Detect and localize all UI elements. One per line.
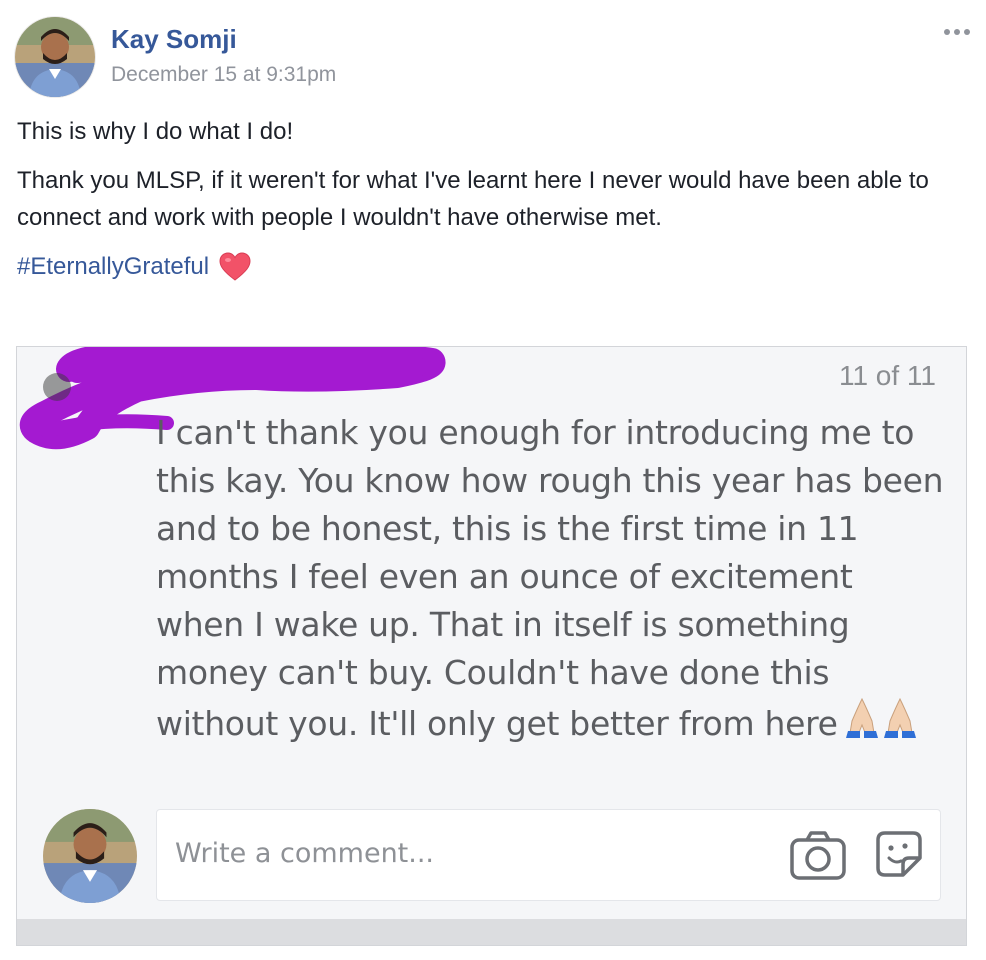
hashtag-link[interactable]: #EternallyGrateful	[17, 248, 209, 285]
folded-hands-icon	[844, 697, 920, 752]
avatar-image	[15, 17, 95, 97]
comment-placeholder: Write a comment...	[175, 838, 435, 869]
post-timestamp[interactable]: December 15 at 9:31pm	[111, 60, 336, 90]
comment-input-box[interactable]: Write a comment...	[156, 809, 941, 901]
shared-screenshot-image[interactable]: 11 of 11 I can't thank you enough for in…	[16, 346, 967, 946]
hashtag-line: #EternallyGrateful	[17, 248, 972, 285]
author-avatar[interactable]	[15, 17, 95, 97]
sticker-icon[interactable]	[875, 830, 923, 878]
more-horizontal-icon	[944, 29, 970, 35]
heart-icon	[219, 251, 251, 282]
message-body: I can't thank you enough for introducing…	[156, 413, 944, 743]
commenter-avatar	[43, 809, 137, 903]
author-name[interactable]: Kay Somji	[111, 22, 237, 56]
post-text-paragraph: Thank you MLSP, if it weren't for what I…	[17, 167, 929, 231]
image-counter: 11 of 11	[838, 360, 936, 391]
message-text: I can't thank you enough for introducing…	[156, 409, 946, 752]
more-options-button[interactable]	[940, 22, 974, 42]
camera-icon[interactable]	[789, 830, 847, 882]
post-body: This is why I do what I do! Thank you ML…	[17, 113, 972, 285]
image-bottom-strip	[17, 919, 966, 945]
post-text-line: This is why I do what I do!	[17, 118, 294, 145]
